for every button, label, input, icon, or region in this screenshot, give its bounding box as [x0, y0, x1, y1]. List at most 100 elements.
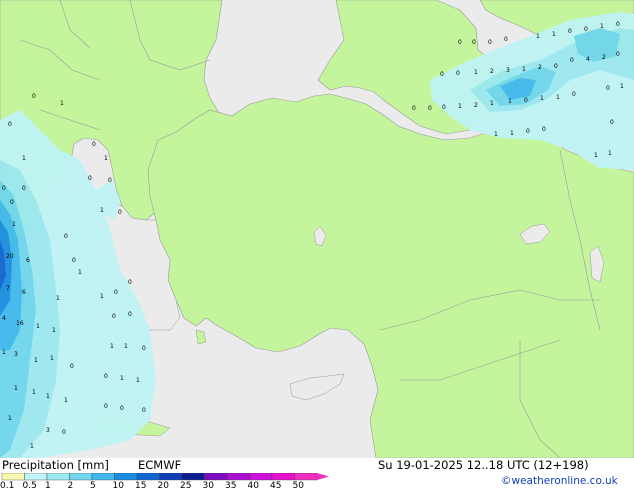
precip-value-label: 0 [142, 345, 146, 352]
precip-value-label: 4 [586, 56, 590, 63]
precip-value-label: 1 [12, 221, 16, 228]
precip-value-label: 1 [52, 327, 56, 334]
precip-value-label: 1 [110, 343, 114, 350]
precip-value-label: 6 [26, 257, 30, 264]
precip-value-label: 0 [606, 85, 610, 92]
precip-value-label: 1 [490, 100, 494, 107]
colorbar-segment [46, 473, 70, 481]
colorbar [1, 473, 329, 481]
precip-value-label: 3 [14, 351, 18, 358]
precip-value-label: 1 [522, 66, 526, 73]
precip-value-label: 0 [440, 71, 444, 78]
precip-value-label: 1 [104, 155, 108, 162]
precip-value-label: 1 [32, 389, 36, 396]
precip-value-label: 0 [64, 233, 68, 240]
precip-value-label: 0 [570, 57, 574, 64]
colorbar-segment [226, 473, 250, 481]
precip-value-label: 0 [128, 311, 132, 318]
precip-value-label: 2 [538, 64, 542, 71]
precip-value-label: 1 [100, 293, 104, 300]
precip-value-label: 0 [458, 39, 462, 46]
colorbar-segment [1, 473, 25, 481]
precip-value-label: 0 [120, 405, 124, 412]
precip-value-label: 0 [488, 39, 492, 46]
colorbar-segment [204, 473, 228, 481]
precip-value-label: 0 [22, 185, 26, 192]
precip-value-label: 1 [458, 103, 462, 110]
precip-value-label: 0 [572, 91, 576, 98]
precip-value-label: 0 [2, 185, 6, 192]
precip-value-label: 0 [108, 177, 112, 184]
precip-value-label: 2 [602, 54, 606, 61]
precip-value-label: 1 [620, 83, 624, 90]
precip-value-label: 20 [6, 253, 14, 260]
precip-value-label: 0 [10, 199, 14, 206]
precip-value-label: 1 [594, 152, 598, 159]
precip-value-label: 0 [526, 128, 530, 135]
colorbar-segment [294, 473, 318, 481]
precip-value-label: 0 [610, 119, 614, 126]
colorbar-arrow-icon [317, 473, 329, 480]
precip-value-label: 1 [600, 23, 604, 30]
precip-value-label: 1 [608, 150, 612, 157]
precip-value-label: 0 [472, 39, 476, 46]
precip-value-label: 0 [104, 373, 108, 380]
precip-value-label: 0 [524, 97, 528, 104]
precip-value-label: 1 [56, 295, 60, 302]
colorbar-segment [249, 473, 273, 481]
precip-value-label: 0 [142, 407, 146, 414]
precip-value-label: 1 [30, 443, 34, 450]
colorbar-segment [114, 473, 138, 481]
colorbar-segment [271, 473, 295, 481]
precip-value-label: 0 [62, 429, 66, 436]
precip-value-label: 0 [428, 105, 432, 112]
precip-value-label: 1 [136, 377, 140, 384]
precip-value-label: 6 [22, 289, 26, 296]
precip-value-label: 1 [120, 375, 124, 382]
precip-value-label: 0 [92, 141, 96, 148]
credit-text: ©weatheronline.co.uk [501, 475, 618, 487]
precip-value-label: 0 [616, 21, 620, 28]
precip-value-label: 1 [46, 393, 50, 400]
precip-value-label: 0 [442, 104, 446, 111]
precip-value-label: 1 [124, 343, 128, 350]
precip-value-label: 0 [554, 63, 558, 70]
precip-value-label: 0 [128, 279, 132, 286]
precip-value-label: 0 [456, 70, 460, 77]
precip-value-label: 0 [118, 209, 122, 216]
precip-value-label: 1 [100, 207, 104, 214]
precip-value-label: 3 [506, 67, 510, 74]
precip-value-label: 0 [112, 313, 116, 320]
colorbar-segment [91, 473, 115, 481]
precip-value-label: 1 [510, 130, 514, 137]
precip-value-label: 1 [474, 69, 478, 76]
precip-value-label: 2 [490, 68, 494, 75]
precip-value-label: 1 [60, 100, 64, 107]
precipitation-map: 0000110010001231200420000121101100111000… [0, 0, 634, 459]
precip-value-label: 0 [72, 257, 76, 264]
precip-value-label: 2 [474, 102, 478, 109]
precip-value-label: 0 [88, 175, 92, 182]
model-name: ECMWF [138, 458, 182, 472]
precip-value-label: 0 [114, 289, 118, 296]
precip-value-label: 0 [104, 403, 108, 410]
colorbar-segment [181, 473, 205, 481]
precip-value-label: 1 [2, 349, 6, 356]
precip-value-label: 1 [508, 98, 512, 105]
precip-value-label: 1 [22, 155, 26, 162]
precip-value-label: 4 [2, 315, 6, 322]
precip-value-label: 0 [542, 126, 546, 133]
precip-value-label: 1 [556, 94, 560, 101]
precip-value-label: 1 [50, 355, 54, 362]
precip-value-label: 16 [16, 320, 24, 327]
precip-value-label: 0 [32, 93, 36, 100]
precip-value-label: 1 [494, 131, 498, 138]
colorbar-segment [159, 473, 183, 481]
precip-value-label: 1 [536, 33, 540, 40]
precip-value-label: 1 [78, 269, 82, 276]
precip-value-label: 0 [584, 26, 588, 33]
colorbar-segment [69, 473, 93, 481]
precip-value-label: 0 [8, 121, 12, 128]
precip-value-label: 0 [504, 36, 508, 43]
precip-value-label: 3 [46, 427, 50, 434]
